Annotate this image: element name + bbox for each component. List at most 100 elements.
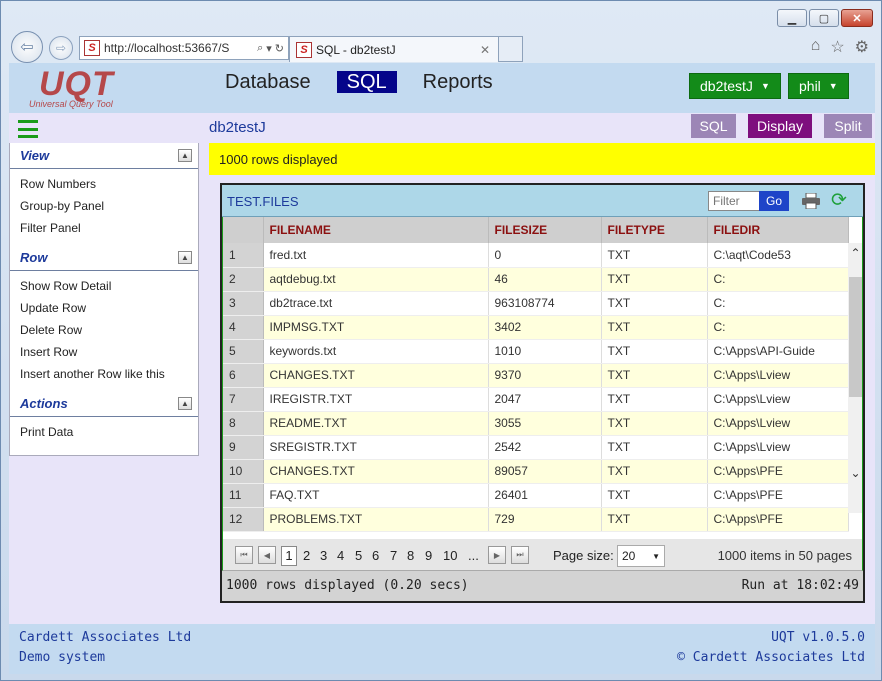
page-size-select[interactable]: 20 ▼ — [617, 545, 665, 567]
column-header-filetype[interactable]: FILETYPE — [601, 217, 708, 243]
app-header: UQT Universal Query Tool Database SQL Re… — [9, 63, 875, 113]
sidebar-item-insert-another-row[interactable]: Insert another Row like this — [10, 363, 198, 385]
page-number[interactable]: 9 — [425, 548, 432, 563]
previous-page-icon[interactable]: ◀ — [258, 546, 276, 564]
vertical-scroll-thumb[interactable] — [849, 277, 862, 397]
settings-gear-icon[interactable]: ⚙ — [855, 37, 869, 57]
next-page-icon[interactable]: ▶ — [488, 546, 506, 564]
page-number[interactable]: 2 — [303, 548, 310, 563]
page-number[interactable]: 5 — [355, 548, 362, 563]
filedir-cell: C:\Apps\PFE — [707, 483, 849, 508]
sidebar-item-row-numbers[interactable]: Row Numbers — [10, 173, 198, 195]
column-header-filesize[interactable]: FILESIZE — [488, 217, 602, 243]
maximize-icon[interactable]: ▢ — [809, 9, 839, 27]
filename-cell: IREGISTR.TXT — [263, 387, 489, 412]
filedir-cell: C:\Apps\Lview — [707, 411, 849, 436]
collapse-chevron-icon[interactable]: ▲ — [178, 149, 192, 162]
table-row[interactable]: 3 db2trace.txt 963108774 TXT C: — [223, 291, 849, 316]
table-row[interactable]: 9 SREGISTR.TXT 2542 TXT C:\Apps\Lview — [223, 435, 849, 460]
database-dropdown-button[interactable]: db2testJ ▼ — [689, 73, 781, 99]
page-number-current[interactable]: 1 — [281, 546, 297, 566]
printer-icon[interactable] — [802, 193, 820, 209]
user-dropdown-button[interactable]: phil ▼ — [788, 73, 849, 99]
page-number[interactable]: 3 — [320, 548, 327, 563]
sidebar-item-print-data[interactable]: Print Data — [10, 421, 198, 443]
split-mode-button[interactable]: Split — [824, 114, 872, 138]
minimize-icon[interactable]: ▁ — [777, 9, 807, 27]
table-row[interactable]: 11 FAQ.TXT 26401 TXT C:\Apps\PFE — [223, 483, 849, 508]
filetype-cell: TXT — [601, 387, 708, 412]
filedir-cell: C:\Apps\PFE — [707, 507, 849, 532]
table-row[interactable]: 7 IREGISTR.TXT 2047 TXT C:\Apps\Lview — [223, 387, 849, 412]
filename-cell: keywords.txt — [263, 339, 489, 364]
table-row[interactable]: 5 keywords.txt 1010 TXT C:\Apps\API-Guide — [223, 339, 849, 364]
row-number-cell: 1 — [223, 243, 264, 268]
scroll-down-icon[interactable]: ⌄ — [848, 465, 862, 481]
column-header-filename[interactable]: FILENAME — [263, 217, 489, 243]
sidebar-item-delete-row[interactable]: Delete Row — [10, 319, 198, 341]
table-row[interactable]: 10 CHANGES.TXT 89057 TXT C:\Apps\PFE — [223, 459, 849, 484]
hamburger-menu-icon[interactable] — [18, 120, 38, 138]
back-arrow-icon[interactable]: ⇦ — [11, 31, 43, 63]
nav-database[interactable]: Database — [219, 71, 317, 93]
first-page-icon[interactable]: ⏮ — [235, 546, 253, 564]
row-number-cell: 6 — [223, 363, 264, 388]
table-row[interactable]: 12 PROBLEMS.TXT 729 TXT C:\Apps\PFE — [223, 507, 849, 532]
browser-tab[interactable]: S SQL - db2testJ ✕ — [289, 36, 499, 62]
table-row[interactable]: 4 IMPMSG.TXT 3402 TXT C: — [223, 315, 849, 340]
tab-close-icon[interactable]: ✕ — [480, 43, 490, 57]
home-icon[interactable]: ⌂ — [811, 37, 821, 57]
refresh-icon[interactable]: ↻ — [275, 42, 284, 55]
caret-down-icon: ▼ — [652, 552, 660, 561]
close-icon[interactable]: ✕ — [841, 9, 873, 27]
filesize-cell: 46 — [488, 267, 602, 292]
page-number[interactable]: 7 — [390, 548, 397, 563]
table-row[interactable]: 1 fred.txt 0 TXT C:\aqt\Code53 — [223, 243, 849, 268]
refresh-icon[interactable]: ⟳ — [831, 191, 847, 210]
new-tab-button[interactable] — [499, 36, 523, 62]
filter-input[interactable] — [708, 191, 760, 211]
page-size-label: Page size: — [553, 548, 614, 563]
table-row[interactable]: 6 CHANGES.TXT 9370 TXT C:\Apps\Lview — [223, 363, 849, 388]
sidebar-item-insert-row[interactable]: Insert Row — [10, 341, 198, 363]
collapse-chevron-icon[interactable]: ▲ — [178, 397, 192, 410]
sql-mode-button[interactable]: SQL — [691, 114, 736, 138]
page-number[interactable]: 10 — [443, 548, 457, 563]
sidebar-item-group-by-panel[interactable]: Group-by Panel — [10, 195, 198, 217]
search-icon[interactable]: ⌕ — [257, 42, 263, 55]
sidebar-item-filter-panel[interactable]: Filter Panel — [10, 217, 198, 239]
scroll-up-icon[interactable]: ⌃ — [848, 245, 862, 261]
column-header-filedir[interactable]: FILEDIR — [707, 217, 849, 243]
filesize-cell: 9370 — [488, 363, 602, 388]
uqt-logo: UQT Universal Query Tool — [29, 65, 114, 109]
filter-go-button[interactable]: Go — [759, 191, 789, 211]
dropdown-icon[interactable]: ▾ — [266, 42, 272, 55]
nav-sql[interactable]: SQL — [336, 71, 397, 93]
address-bar[interactable]: S http://localhost:53667/S ⌕ ▾ ↻ — [79, 36, 289, 60]
page-number[interactable]: 6 — [372, 548, 379, 563]
display-mode-button[interactable]: Display — [748, 114, 812, 138]
sidebar-item-show-row-detail[interactable]: Show Row Detail — [10, 275, 198, 297]
table-row[interactable]: 2 aqtdebug.txt 46 TXT C: — [223, 267, 849, 292]
sidebar-item-update-row[interactable]: Update Row — [10, 297, 198, 319]
collapse-chevron-icon[interactable]: ▲ — [178, 251, 192, 264]
vertical-scrollbar[interactable]: ⌃ ⌄ — [848, 243, 862, 513]
table-row[interactable]: 8 README.TXT 3055 TXT C:\Apps\Lview — [223, 411, 849, 436]
favorites-star-icon[interactable]: ☆ — [830, 37, 844, 57]
filedir-cell: C:\aqt\Code53 — [707, 243, 849, 268]
sidebar-section-actions: Actions ▲ — [10, 391, 198, 417]
filetype-cell: TXT — [601, 339, 708, 364]
rows-displayed-status: 1000 rows displayed (0.20 secs) — [226, 578, 469, 593]
filetype-cell: TXT — [601, 507, 708, 532]
last-page-icon[interactable]: ⏭ — [511, 546, 529, 564]
page-number[interactable]: 4 — [337, 548, 344, 563]
page-ellipsis[interactable]: ... — [468, 548, 479, 563]
page-number[interactable]: 8 — [407, 548, 414, 563]
nav-reports[interactable]: Reports — [417, 71, 499, 93]
forward-arrow-icon[interactable]: ⇨ — [49, 36, 73, 60]
row-number-cell: 4 — [223, 315, 264, 340]
filetype-cell: TXT — [601, 267, 708, 292]
run-time-status: Run at 18:02:49 — [741, 578, 859, 593]
filetype-cell: TXT — [601, 411, 708, 436]
filetype-cell: TXT — [601, 243, 708, 268]
